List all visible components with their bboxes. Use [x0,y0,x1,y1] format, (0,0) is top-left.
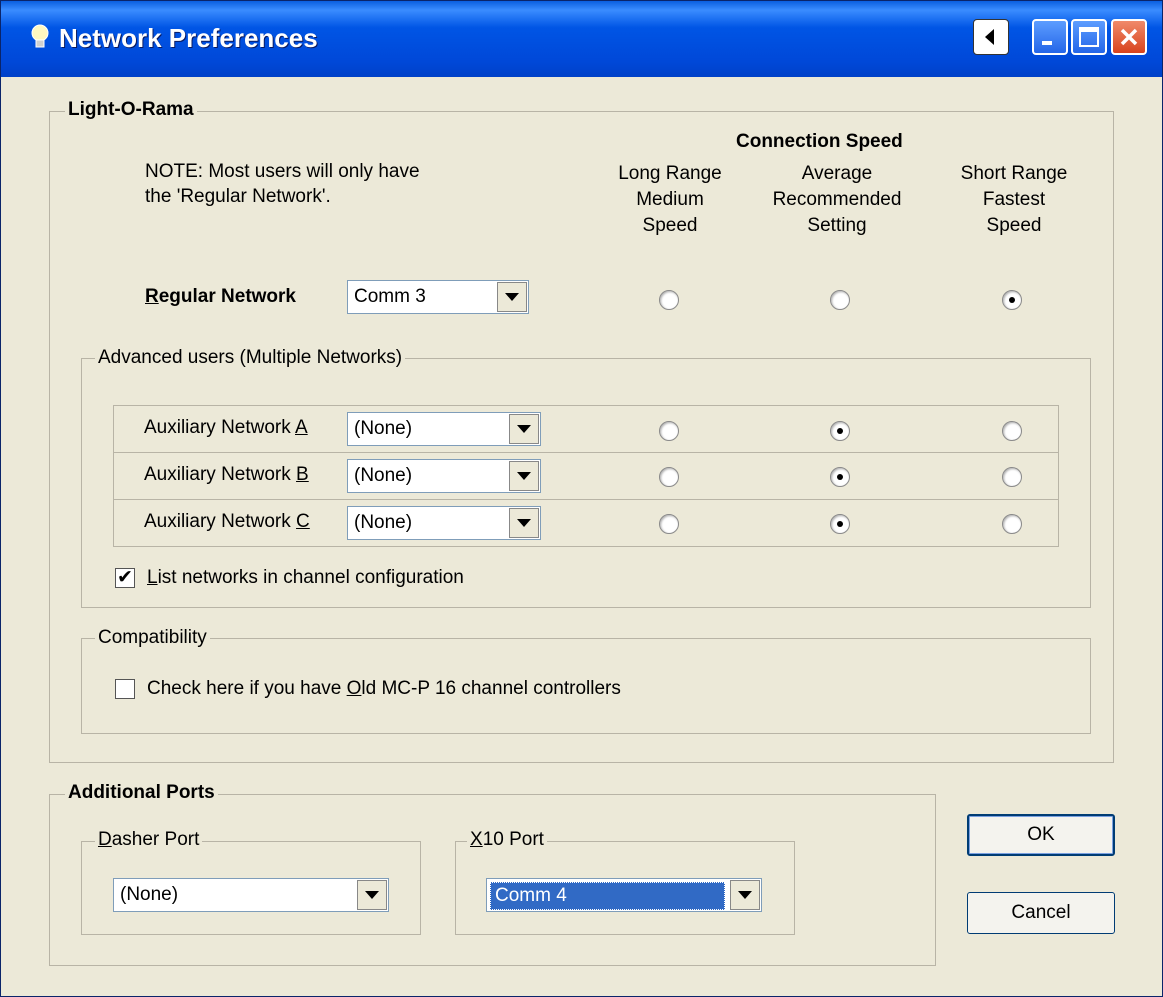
dropdown-arrow-icon[interactable] [357,880,387,910]
ok-button[interactable]: OK [967,814,1115,856]
aux-network-a-value: (None) [354,418,413,439]
x10-port-value: Comm 4 [490,882,725,910]
aux-label-mnemonic: A [295,417,308,438]
aux-label-text: Auxiliary Network [144,417,295,438]
regular-network-value: Comm 3 [354,286,426,307]
column-header-line: Long Range [618,163,722,184]
column-header-line: Short Range [960,163,1068,184]
aux-network-c-label: Auxiliary Network C [144,511,310,533]
list-networks-mnemonic: L [147,567,158,588]
additional-ports-group-label: Additional Ports [65,782,218,804]
regular-speed-short-range-radio[interactable] [1002,290,1022,310]
aux-c-speed-short-range-radio[interactable] [1002,514,1022,534]
dropdown-arrow-icon[interactable] [730,880,760,910]
aux-a-speed-long-range-radio[interactable] [659,421,679,441]
connection-speed-title: Connection Speed [736,131,903,152]
dasher-port-text: asher Port [111,829,200,850]
old-mcp-label[interactable]: Check here if you have Old MC-P 16 chann… [147,678,621,700]
list-networks-label[interactable]: List networks in channel configuration [147,567,464,589]
dasher-port-combo[interactable]: (None) [113,878,389,912]
network-preferences-window: Network Preferences Light-O-Rama NOTE: M… [0,0,1163,997]
close-icon [1120,28,1138,46]
close-button[interactable] [1111,19,1147,55]
aux-c-speed-long-range-radio[interactable] [659,514,679,534]
title-bar[interactable]: Network Preferences [1,1,1162,77]
cancel-button[interactable]: Cancel [967,892,1115,934]
aux-network-b-label: Auxiliary Network B [144,464,309,486]
lightbulb-icon [31,24,49,48]
dropdown-arrow-icon[interactable] [509,508,539,538]
old-mcp-mnemonic: O [346,678,362,699]
dropdown-arrow-icon[interactable] [509,461,539,491]
compatibility-group-label: Compatibility [95,627,210,649]
maximize-icon [1079,27,1099,47]
minimize-icon [1042,41,1052,45]
regular-speed-average-radio[interactable] [830,290,850,310]
regular-network-combo[interactable]: Comm 3 [347,280,529,314]
list-networks-checkbox[interactable] [115,566,135,588]
column-header-line: Fastest [982,189,1046,210]
regular-network-label-text: egular Network [158,286,296,307]
aux-network-b-value: (None) [354,465,413,486]
minimize-button[interactable] [1032,19,1068,55]
column-header-line: Speed [642,215,698,236]
column-header-long-range: Long Range Medium Speed [598,161,742,239]
dasher-port-value: (None) [120,884,179,905]
help-back-button[interactable] [973,19,1009,55]
maximize-button[interactable] [1071,19,1107,55]
column-header-line: Setting [807,215,867,236]
old-mcp-checkbox[interactable] [115,679,135,699]
aux-b-speed-long-range-radio[interactable] [659,467,679,487]
note-line-2: the 'Regular Network'. [145,186,331,207]
column-header-average: Average Recommended Setting [759,161,915,239]
left-arrow-icon [985,29,994,45]
old-mcp-text-prefix: Check here if you have [147,678,347,699]
dasher-port-label: Dasher Port [95,829,203,851]
aux-network-a-combo[interactable]: (None) [347,412,541,446]
aux-a-speed-short-range-radio[interactable] [1002,421,1022,441]
x10-port-combo[interactable]: Comm 4 [486,878,762,912]
aux-network-b-combo[interactable]: (None) [347,459,541,493]
note-line-1: NOTE: Most users will only have [145,161,420,182]
aux-label-mnemonic: B [296,464,309,485]
window-title: Network Preferences [59,23,318,53]
regular-network-label: Regular Network [145,286,296,308]
aux-a-speed-average-radio[interactable] [830,421,850,441]
column-header-short-range: Short Range Fastest Speed [939,161,1089,239]
aux-label-text: Auxiliary Network [144,464,297,485]
aux-label-text: Auxiliary Network [144,511,297,532]
column-header-line: Recommended [772,189,902,210]
column-header-line: Medium [636,189,704,210]
aux-network-c-combo[interactable]: (None) [347,506,541,540]
old-mcp-text-rest: ld MC-P 16 channel controllers [361,678,621,699]
regular-network-mnemonic: R [145,286,159,307]
advanced-users-group-label: Advanced users (Multiple Networks) [95,347,406,369]
aux-label-mnemonic: C [296,511,310,532]
x10-port-text: 10 Port [482,829,544,850]
column-header-line: Average [801,163,873,184]
aux-b-speed-average-radio[interactable] [830,467,850,487]
regular-speed-long-range-radio[interactable] [659,290,679,310]
aux-network-a-label: Auxiliary Network A [144,417,308,439]
aux-c-speed-average-radio[interactable] [830,514,850,534]
dropdown-arrow-icon[interactable] [509,414,539,444]
aux-b-speed-short-range-radio[interactable] [1002,467,1022,487]
dasher-port-mnemonic: D [98,829,112,850]
column-header-line: Speed [986,215,1042,236]
dropdown-arrow-icon[interactable] [497,282,527,312]
light-o-rama-group-label: Light-O-Rama [65,99,197,121]
list-networks-text: ist networks in channel configuration [157,567,464,588]
x10-port-mnemonic: X [470,829,483,850]
x10-port-label: X10 Port [467,829,547,851]
aux-network-c-value: (None) [354,512,413,533]
